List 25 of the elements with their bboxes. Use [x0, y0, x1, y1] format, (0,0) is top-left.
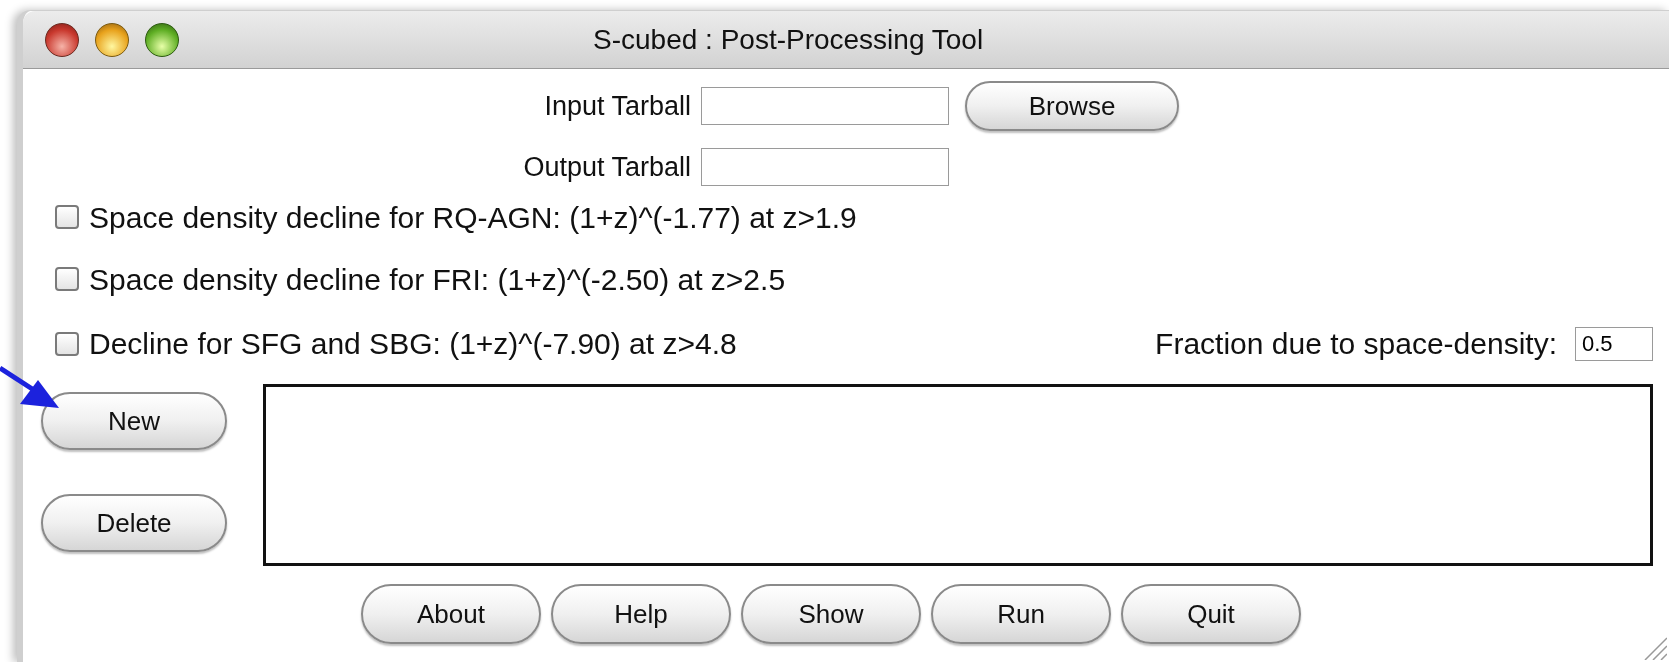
delete-button[interactable]: Delete: [41, 494, 227, 552]
help-button[interactable]: Help: [551, 584, 731, 644]
input-field[interactable]: [701, 87, 949, 125]
zoom-button[interactable]: [145, 22, 179, 57]
field-label: Input Tarball: [543, 89, 692, 123]
close-button[interactable]: [45, 22, 79, 57]
option-label: Space density decline for FRI: (1+z)^(-2.50) at z>2.5: [89, 261, 786, 298]
window-title: S-cubed : Post-Processing Tool: [593, 22, 984, 57]
minimize-button[interactable]: [95, 22, 129, 57]
checkbox[interactable]: [55, 205, 79, 229]
quit-button[interactable]: Quit: [1121, 584, 1301, 644]
option-label: Decline for SFG and SBG: (1+z)^(-7.90) at z>4.8: [89, 326, 737, 362]
option-label: Space density decline for RQ-AGN: (1+z)^(-1.77) at z>1.9: [89, 199, 857, 236]
list-box[interactable]: [263, 384, 1653, 566]
about-button[interactable]: About: [361, 584, 541, 644]
checkbox[interactable]: [55, 267, 79, 291]
run-button[interactable]: Run: [931, 584, 1111, 644]
show-button[interactable]: Show: [741, 584, 921, 644]
fraction-field[interactable]: 0.5: [1575, 326, 1653, 361]
fraction-label: Fraction due to space-density:: [1155, 326, 1557, 362]
browse-button[interactable]: Browse: [965, 81, 1179, 131]
new-button[interactable]: New: [41, 392, 227, 450]
input-field[interactable]: [701, 148, 949, 186]
checkbox[interactable]: [55, 331, 79, 356]
field-label: Output Tarball: [522, 150, 692, 184]
